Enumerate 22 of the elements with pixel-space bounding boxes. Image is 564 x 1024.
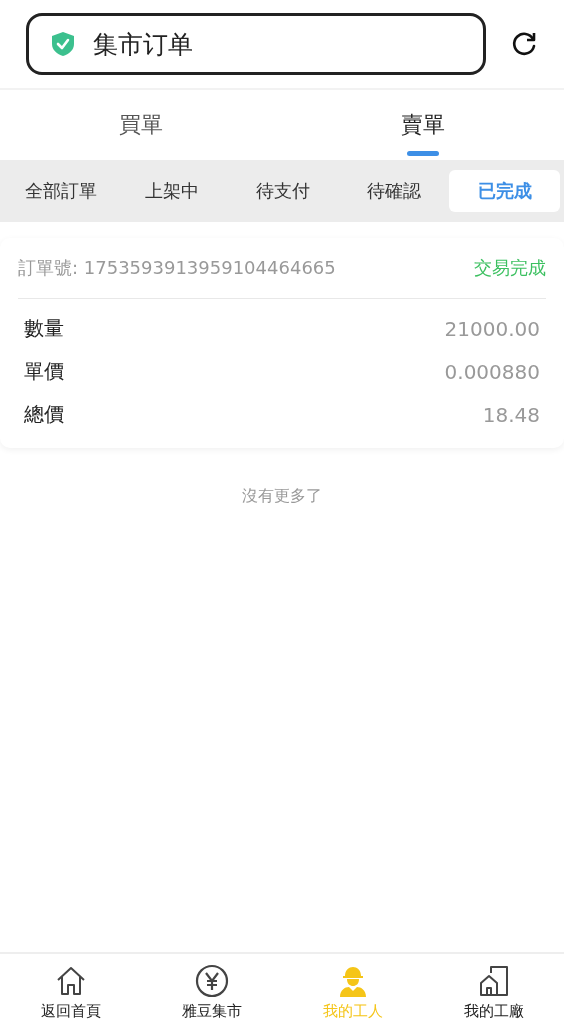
filter-tab[interactable]: 上架中 <box>116 170 228 212</box>
filter-tab[interactable]: 全部訂單 <box>6 170 117 212</box>
shield-check-icon <box>51 31 75 57</box>
nav-yen-button[interactable]: 雅豆集市 <box>141 954 282 1024</box>
nav-factory-button[interactable]: 我的工廠 <box>423 954 564 1024</box>
order-tab[interactable]: 賣單 <box>282 90 564 160</box>
field-label: 單價 <box>24 358 64 385</box>
refresh-icon[interactable] <box>510 30 538 58</box>
field-value: 0.000880 <box>444 359 540 384</box>
nav-home-button[interactable]: 返回首頁 <box>0 954 141 1024</box>
yen-coin-icon <box>194 964 229 998</box>
filter-tab[interactable]: 待確認 <box>338 170 450 212</box>
order-number: 訂單號: 1753593913959104464665 <box>18 256 336 280</box>
order-status: 交易完成 <box>474 256 546 280</box>
field-value: 18.48 <box>482 402 540 427</box>
end-of-list-text: 沒有更多了 <box>242 486 322 505</box>
filter-tab[interactable]: 待支付 <box>227 170 339 212</box>
field-value: 21000.00 <box>444 316 540 341</box>
field-label: 數量 <box>24 315 64 342</box>
order-tab[interactable]: 買單 <box>0 90 282 160</box>
page-title: 集市订单 <box>93 28 193 61</box>
field-label: 總價 <box>24 401 64 428</box>
